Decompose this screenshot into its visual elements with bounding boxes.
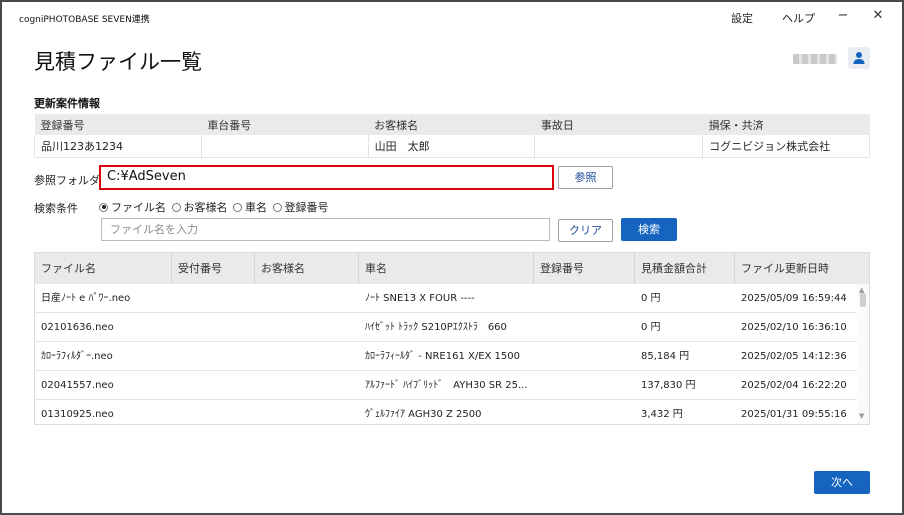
cell-registration [534, 371, 635, 400]
cell-estimate-total: 0 円 [641, 293, 661, 304]
user-name-redacted [793, 54, 837, 64]
title-bar: cogniPHOTOBASE SEVEN連携 設定 ヘルプ − ✕ [2, 2, 902, 30]
info-header-accident-date: 事故日 [534, 114, 703, 135]
file-row[interactable]: 01310925.neo ｳﾞｪﾙﾌｧｲｱ AGH30 Z 2500 3,432 円… [35, 400, 857, 424]
user-account-button[interactable] [848, 47, 870, 69]
cell-receipt-no [172, 371, 255, 400]
search-button[interactable]: 検索 [621, 218, 677, 241]
cell-filename: 02041557.neo [41, 380, 114, 391]
cell-estimate-total: 3,432 円 [641, 409, 683, 420]
info-section-label: 更新案件情報 [34, 97, 100, 110]
cell-car-name: ｳﾞｪﾙﾌｧｲｱ AGH30 Z 2500 [365, 409, 482, 420]
case-info-value-row: 品川123あ1234 山田 太郎 コグニビジョン株式会社 [34, 135, 870, 158]
scroll-thumb[interactable] [860, 293, 866, 307]
radio-dot [272, 202, 282, 212]
cell-registration [534, 284, 635, 313]
cell-receipt-no [172, 313, 255, 342]
radio-dot [171, 202, 181, 212]
info-value-insurer: コグニビジョン株式会社 [702, 135, 870, 158]
file-row[interactable]: 02041557.neo ｱﾙﾌｧｰﾄﾞ ﾊｲﾌﾞﾘｯﾄﾞ AYH30 SR 25… [35, 371, 857, 400]
cell-car-name: ﾉｰﾄ SNE13 X FOUR ---- [365, 293, 475, 304]
cell-updated-at: 2025/02/10 16:36:10 [741, 322, 847, 333]
cell-filename: 日産ﾉｰﾄ e ﾊﾟﾜｰ.neo [41, 293, 131, 304]
info-header-registration: 登録番号 [34, 114, 202, 135]
app-title: cogniPHOTOBASE SEVEN連携 [19, 15, 150, 25]
radio-filename[interactable]: ファイル名 [99, 199, 166, 215]
cell-car-name: ｱﾙﾌｧｰﾄﾞ ﾊｲﾌﾞﾘｯﾄﾞ AYH30 SR 25... [365, 380, 528, 391]
cell-registration [534, 342, 635, 371]
info-header-insurer: 損保・共済 [702, 114, 870, 135]
radio-dot [233, 202, 242, 212]
info-value-chassis [200, 135, 369, 158]
col-updated-at[interactable]: ファイル更新日時 [735, 253, 869, 284]
info-value-accident-date [534, 135, 704, 158]
col-customer[interactable]: お客様名 [255, 253, 359, 284]
radio-registration[interactable]: 登録番号 [272, 199, 329, 215]
col-car-name[interactable]: 車名 [359, 253, 534, 284]
cell-receipt-no [172, 342, 255, 371]
cell-estimate-total: 137,830 円 [641, 380, 696, 391]
menu-settings[interactable]: 設定 [731, 10, 753, 26]
info-header-chassis: 車台番号 [201, 114, 369, 135]
close-button[interactable]: ✕ [863, 6, 893, 26]
search-type-radio-group: ファイル名 お客様名 車名 登録番号 [99, 199, 331, 215]
scroll-down-icon[interactable]: ▼ [859, 412, 864, 420]
cell-filename: ｶﾛｰﾗﾌｨﾙﾀﾞｰ.neo [41, 351, 113, 362]
search-field[interactable] [101, 218, 550, 241]
file-list-header: ファイル名 受付番号 お客様名 車名 登録番号 見積金額合計 ファイル更新日時 [35, 253, 869, 284]
file-row[interactable]: 02101636.neo ﾊｲｾﾞｯﾄ ﾄﾗｯｸ S210Pｴｸｽﾄﾗ 660 0 … [35, 313, 857, 342]
cell-customer [255, 342, 359, 371]
case-info-header-row: 登録番号 車台番号 お客様名 事故日 損保・共済 [34, 114, 870, 135]
col-filename[interactable]: ファイル名 [35, 253, 172, 284]
cell-filename: 01310925.neo [41, 409, 114, 420]
info-value-customer: 山田 太郎 [367, 135, 536, 158]
vertical-scrollbar[interactable]: ▲ ▼ [857, 284, 869, 424]
cell-estimate-total: 85,184 円 [641, 351, 690, 362]
cell-customer [255, 371, 359, 400]
folder-path-field[interactable]: C:¥AdSeven [99, 165, 554, 190]
info-header-customer: お客様名 [368, 114, 535, 135]
radio-car-name[interactable]: 車名 [233, 199, 267, 215]
cell-customer [255, 284, 359, 313]
cell-customer [255, 400, 359, 424]
info-value-registration: 品川123あ1234 [34, 135, 202, 158]
file-row[interactable]: ｶﾛｰﾗﾌｨﾙﾀﾞｰ.neo ｶﾛｰﾗﾌｨｰﾙﾀﾞ - NRE161 X/EX 1… [35, 342, 857, 371]
file-row[interactable]: 日産ﾉｰﾄ e ﾊﾟﾜｰ.neo ﾉｰﾄ SNE13 X FOUR ---- 0 円… [35, 284, 857, 313]
radio-selected-dot [99, 202, 108, 212]
minimize-button[interactable]: − [828, 6, 858, 26]
next-button[interactable]: 次へ [814, 471, 870, 494]
cell-updated-at: 2025/01/31 09:55:16 [741, 409, 847, 420]
folder-label: 参照フォルダ [34, 174, 100, 187]
cell-registration [534, 400, 635, 424]
col-registration[interactable]: 登録番号 [534, 253, 635, 284]
cell-receipt-no [172, 284, 255, 313]
search-input[interactable] [110, 223, 549, 236]
cell-car-name: ｶﾛｰﾗﾌｨｰﾙﾀﾞ - NRE161 X/EX 1500 [365, 351, 520, 362]
clear-button[interactable]: クリア [558, 219, 613, 242]
cell-updated-at: 2025/02/05 14:12:36 [741, 351, 847, 362]
radio-customer-name[interactable]: お客様名 [171, 199, 228, 215]
cell-updated-at: 2025/02/04 16:22:20 [741, 380, 847, 391]
cell-filename: 02101636.neo [41, 322, 114, 333]
cell-customer [255, 313, 359, 342]
cell-registration [534, 313, 635, 342]
menu-help[interactable]: ヘルプ [782, 10, 815, 26]
cell-updated-at: 2025/05/09 16:59:44 [741, 293, 847, 304]
cell-receipt-no [172, 400, 255, 424]
page-title: 見積ファイル一覧 [34, 50, 202, 74]
case-info-table: 登録番号 車台番号 お客様名 事故日 損保・共済 品川123あ1234 山田 太… [34, 114, 870, 158]
col-receipt-no[interactable]: 受付番号 [172, 253, 255, 284]
file-list-table: ファイル名 受付番号 お客様名 車名 登録番号 見積金額合計 ファイル更新日時 … [34, 252, 870, 425]
search-label: 検索条件 [34, 202, 78, 215]
cell-estimate-total: 0 円 [641, 322, 661, 333]
browse-button[interactable]: 参照 [558, 166, 613, 189]
cell-car-name: ﾊｲｾﾞｯﾄ ﾄﾗｯｸ S210Pｴｸｽﾄﾗ 660 [365, 322, 507, 333]
user-icon [853, 52, 865, 64]
col-estimate-total[interactable]: 見積金額合計 [635, 253, 735, 284]
